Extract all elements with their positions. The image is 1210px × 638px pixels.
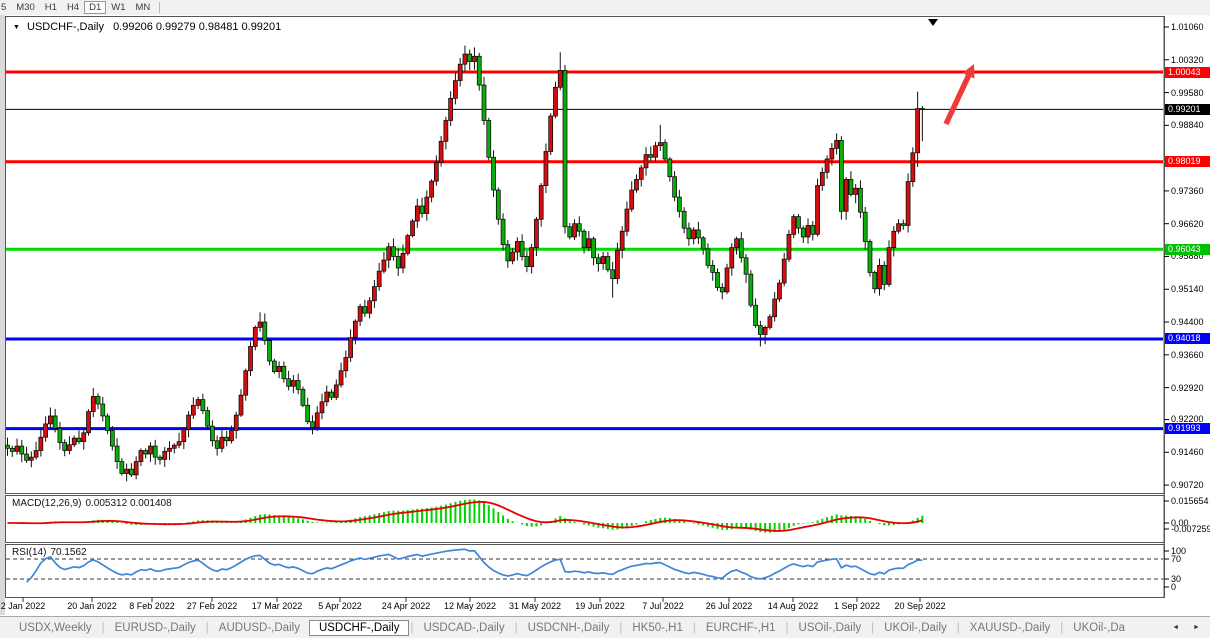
instrument-tabbar: USDX,Weekly|EURUSD-,Daily|AUDUSD-,DailyU… — [0, 616, 1210, 638]
tab-usoil-daily[interactable]: USOil-,Daily — [790, 620, 871, 636]
tab-audusd-daily[interactable]: AUDUSD-,Daily — [210, 620, 309, 636]
price-tick-label: 1.01060 — [1171, 22, 1204, 32]
tab-ukoil-da[interactable]: UKOil-,Da — [1064, 620, 1134, 636]
macd-indicator-label: MACD(12,26,9) 0.005312 0.001408 — [12, 498, 176, 509]
symbol-label: USDCHF-,Daily — [27, 21, 104, 33]
x-axis-label-1-sep-2022: 1 Sep 2022 — [822, 601, 892, 611]
price-badge-1.00043: 1.00043 — [1165, 67, 1210, 78]
x-axis-label-14-aug-2022: 14 Aug 2022 — [758, 601, 828, 611]
rsi-value: 70.1562 — [50, 547, 86, 558]
macd-name: MACD(12,26,9) — [12, 498, 81, 509]
timeframe-button-mn[interactable]: MN — [131, 1, 156, 14]
timeframe-button-h4[interactable]: H4 — [62, 1, 84, 14]
timeframe-button-w1[interactable]: W1 — [106, 1, 130, 14]
macd-axis-label: -0.007259 — [1171, 524, 1210, 534]
x-axis-label-5-apr-2022: 5 Apr 2022 — [305, 601, 375, 611]
tab-eurchf-h1[interactable]: EURCHF-,H1 — [697, 620, 785, 636]
rsi-panel[interactable] — [5, 544, 1165, 598]
price-tick-label: 0.95140 — [1171, 284, 1204, 294]
price-badge-0.99201: 0.99201 — [1165, 104, 1210, 115]
chart-title: ▼ USDCHF-,Daily 0.99206 0.99279 0.98481 … — [13, 21, 281, 33]
mt4-window: 5M30H1H4D1W1MN ▼ USDCHF-,Daily 0.99206 0… — [0, 0, 1210, 638]
price-tick-label: 0.98840 — [1171, 120, 1204, 130]
price-tick-label: 0.90720 — [1171, 480, 1204, 490]
price-tick-label: 0.97360 — [1171, 186, 1204, 196]
macd-panel[interactable] — [5, 495, 1165, 543]
x-axis-label-19-jun-2022: 19 Jun 2022 — [565, 601, 635, 611]
price-chart-panel[interactable] — [5, 16, 1165, 494]
toolbar-separator — [159, 2, 160, 13]
timeframe-button-5[interactable]: 5 — [0, 1, 11, 14]
price-badge-0.94018: 0.94018 — [1165, 333, 1210, 344]
price-tick-label: 0.96620 — [1171, 219, 1204, 229]
tab-hk50-h1[interactable]: HK50-,H1 — [623, 620, 692, 636]
x-axis-label-31-may-2022: 31 May 2022 — [500, 601, 570, 611]
x-axis-label-2-jan-2022: 2 Jan 2022 — [0, 601, 58, 611]
tab-usdchf-daily[interactable]: USDCHF-,Daily — [309, 620, 410, 636]
x-axis-label-27-feb-2022: 27 Feb 2022 — [177, 601, 247, 611]
tab-usdx-weekly[interactable]: USDX,Weekly — [10, 620, 101, 636]
price-tick-label: 0.99580 — [1171, 88, 1204, 98]
timeframe-button-h1[interactable]: H1 — [40, 1, 62, 14]
timeframe-button-d1[interactable]: D1 — [84, 1, 106, 14]
tab-ukoil-daily[interactable]: UKOil-,Daily — [875, 620, 956, 636]
price-tick-label: 0.92920 — [1171, 383, 1204, 393]
x-axis-label-17-mar-2022: 17 Mar 2022 — [242, 601, 312, 611]
chart-dropdown-icon[interactable]: ▼ — [13, 24, 20, 31]
price-tick-label: 0.91460 — [1171, 447, 1204, 457]
timeframe-button-m30[interactable]: M30 — [11, 1, 39, 14]
ohlc-readout: 0.99206 0.99279 0.98481 0.99201 — [113, 21, 281, 33]
price-badge-0.98019: 0.98019 — [1165, 156, 1210, 167]
rsi-name: RSI(14) — [12, 547, 46, 558]
rsi-indicator-label: RSI(14) 70.1562 — [12, 547, 91, 558]
tab-usdcad-daily[interactable]: USDCAD-,Daily — [414, 620, 513, 636]
macd-values: 0.005312 0.001408 — [85, 498, 171, 509]
tab-usdcnh-daily[interactable]: USDCNH-,Daily — [519, 620, 619, 636]
macd-axis-label: 0.015654 — [1171, 496, 1209, 506]
x-axis-label-12-may-2022: 12 May 2022 — [435, 601, 505, 611]
price-badge-0.91993: 0.91993 — [1165, 423, 1210, 434]
x-axis-label-7-jul-2022: 7 Jul 2022 — [628, 601, 698, 611]
tab-scroll-arrows[interactable]: ◄ ► — [1172, 624, 1206, 631]
rsi-axis-label: 70 — [1171, 554, 1181, 564]
price-tick-label: 0.94400 — [1171, 317, 1204, 327]
timeframe-toolbar: 5M30H1H4D1W1MN — [0, 0, 1210, 15]
price-tick-label: 1.00320 — [1171, 55, 1204, 65]
price-badge-0.96043: 0.96043 — [1165, 244, 1210, 255]
tab-eurusd-daily[interactable]: EURUSD-,Daily — [106, 620, 205, 636]
rsi-axis-label: 0 — [1171, 582, 1176, 592]
x-axis-label-26-jul-2022: 26 Jul 2022 — [694, 601, 764, 611]
x-axis-label-24-apr-2022: 24 Apr 2022 — [371, 601, 441, 611]
tab-xauusd-daily[interactable]: XAUUSD-,Daily — [961, 620, 1060, 636]
price-tick-label: 0.93660 — [1171, 350, 1204, 360]
x-axis-label-20-sep-2022: 20 Sep 2022 — [885, 601, 955, 611]
